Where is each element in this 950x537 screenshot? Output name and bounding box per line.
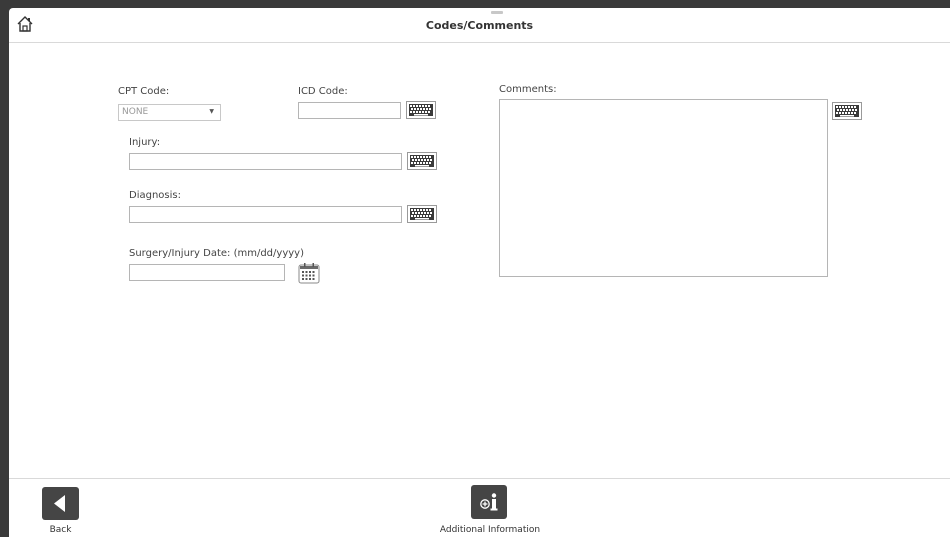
footer-bar: Back Additional Information — [9, 478, 950, 537]
codes-comments-window: Codes/Comments CPT Code: NONE ▼ ICD Code… — [9, 8, 950, 537]
injury-field[interactable] — [129, 153, 402, 170]
surgery-date-field[interactable] — [129, 264, 285, 281]
back-arrow-icon — [54, 495, 65, 512]
comments-textarea[interactable] — [499, 99, 828, 277]
chevron-down-icon: ▼ — [209, 108, 214, 115]
icd-code-label: ICD Code: — [298, 86, 348, 97]
back-button[interactable]: Back — [42, 487, 79, 535]
back-label: Back — [49, 525, 72, 535]
page-title: Codes/Comments — [425, 19, 534, 32]
diagnosis-field[interactable] — [129, 206, 402, 223]
back-box — [42, 487, 79, 520]
additional-information-button[interactable]: Additional Information — [429, 485, 551, 537]
surgery-date-label: Surgery/Injury Date: (mm/dd/yyyy) — [129, 248, 304, 259]
comments-keyboard-icon[interactable] — [832, 102, 862, 120]
diagnosis-label: Diagnosis: — [129, 190, 181, 201]
info-box — [471, 485, 507, 519]
header-bar: Codes/Comments — [9, 8, 950, 43]
calendar-icon[interactable] — [298, 262, 320, 284]
icd-code-field[interactable] — [298, 102, 401, 119]
injury-keyboard-icon[interactable] — [407, 152, 437, 170]
icd-keyboard-icon[interactable] — [406, 101, 436, 119]
cpt-code-select[interactable]: NONE ▼ — [118, 104, 221, 121]
cpt-code-value: NONE — [122, 107, 149, 117]
cpt-code-label: CPT Code: — [118, 86, 170, 97]
additional-information-label: Additional Information — [439, 525, 541, 535]
diagnosis-keyboard-icon[interactable] — [407, 205, 437, 223]
add-info-icon — [480, 493, 498, 511]
injury-label: Injury: — [129, 137, 161, 148]
comments-label: Comments: — [499, 84, 557, 95]
